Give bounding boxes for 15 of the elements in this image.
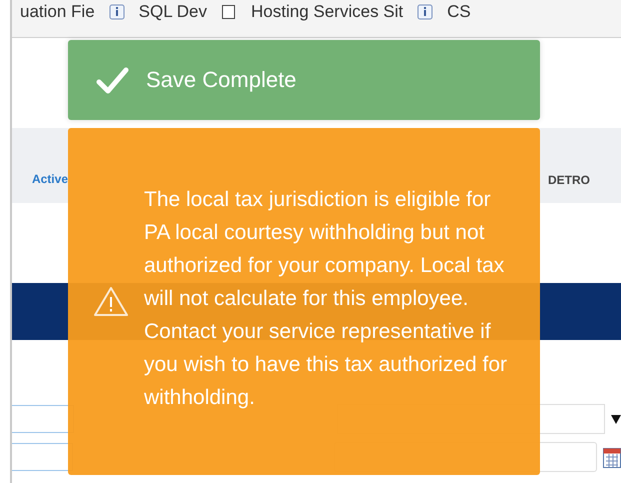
check-icon	[96, 65, 130, 95]
bookmark-link[interactable]: uation Fie	[20, 2, 95, 22]
page-icon	[221, 4, 238, 20]
bookmark-link[interactable]: Hosting Services Sit	[251, 2, 404, 22]
toast-message: The local tax jurisdiction is eligible for PA local courtesy withholding but not authorized for your company. Local tax will not calculate for this employee. Contact your service representative if you wish to have this tax authorized for withholding.	[144, 187, 508, 411]
warning-icon	[94, 286, 128, 317]
calendar-icon	[603, 446, 621, 468]
toast-message: Save Complete	[146, 67, 296, 93]
info-icon	[108, 4, 125, 20]
status-link[interactable]: Active	[32, 172, 68, 186]
bookmark-link[interactable]: SQL Dev	[138, 2, 208, 22]
info-icon	[417, 4, 434, 20]
caret-icon	[611, 414, 621, 424]
bookmark-link[interactable]: CS	[447, 2, 471, 22]
work-location-text: DETRO	[548, 173, 590, 187]
